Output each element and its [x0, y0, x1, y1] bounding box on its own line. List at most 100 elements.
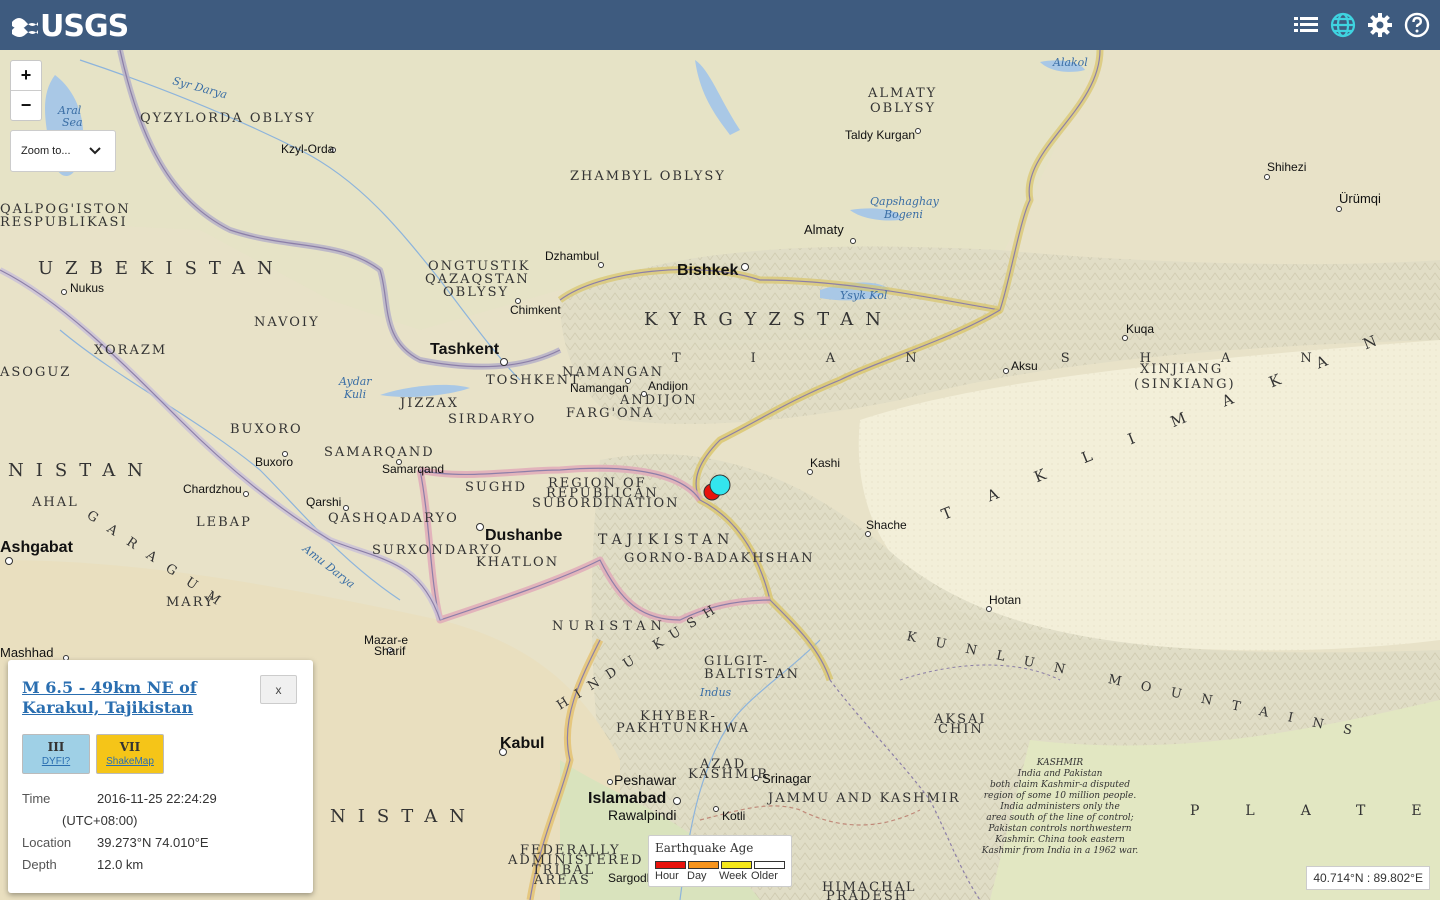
earthquake-title-link[interactable]: M 6.5 - 49km NE of Karakul, Tajikistan [22, 678, 232, 718]
svg-text:India administers only the: India administers only the [999, 802, 1120, 812]
legend-swatch-hour [655, 861, 686, 869]
label-almaty: ALMATY [867, 86, 937, 101]
svg-text:Kashmir. China took eastern: Kashmir. China took eastern [994, 835, 1125, 845]
label-samarqand: SAMARQAND [324, 445, 435, 460]
svg-text:Pakistan controls northwestern: Pakistan controls northwestern [987, 824, 1131, 834]
label-kuli: Kuli [343, 388, 366, 401]
shakemap-value: VII [119, 740, 141, 754]
label-kabul: Kabul [500, 735, 544, 752]
label-afghanistan-partial: NISTAN [330, 806, 477, 827]
zoom-in-button[interactable]: + [11, 61, 41, 91]
legend-title: Earthquake Age [655, 841, 754, 855]
globe-icon[interactable] [1329, 11, 1356, 38]
time-value: 2016-11-25 22:24:29 [97, 791, 217, 806]
svg-text:India and Pakistan: India and Pakistan [1017, 769, 1103, 779]
label-buxoro-city: Buxoro [255, 455, 293, 469]
earthquake-popup: M 6.5 - 49km NE of Karakul, Tajikistan x… [8, 660, 313, 893]
label-urumqi: Ürümqi [1339, 191, 1381, 206]
help-icon[interactable] [1403, 11, 1430, 38]
dyfi-badge[interactable]: III DYFI? [22, 734, 90, 774]
label-baltistan: BALTISTAN [704, 667, 800, 682]
zoom-out-button[interactable]: − [11, 91, 41, 120]
chevron-down-icon [89, 147, 101, 155]
label-bishkek: Bishkek [677, 262, 738, 279]
label-mashhad: Mashhad [0, 645, 53, 660]
label-hotan: Hotan [989, 593, 1021, 607]
svg-text:Kashmir from India in a 1962 w: Kashmir from India in a 1962 war. [981, 846, 1139, 856]
label-pakhtunkhwa: PAKHTUNKHWA [616, 721, 750, 736]
label-subordination: SUBORDINATION [532, 496, 680, 511]
label-plateau: PLATEAU [1190, 803, 1440, 819]
zoom-control: + − [10, 60, 42, 121]
label-tajikistan: TAJIKISTAN [598, 532, 734, 548]
legend-label-hour: Hour [655, 870, 679, 882]
label-qyzylorda: QYZYLORDA OBLYSY [140, 111, 316, 126]
label-namangan-city: Namangan [570, 381, 629, 395]
label-gorno-badakhshan: GORNO-BADAKHSHAN [624, 551, 815, 566]
label-areas: AREAS [533, 873, 591, 888]
label-respublikasi: RESPUBLIKASI [0, 215, 128, 230]
legend-swatch-week [721, 861, 752, 869]
zoom-to-select[interactable]: Zoom to... [10, 130, 116, 172]
label-chin: CHIN [938, 722, 984, 737]
label-ongtustik-oblysy: OBLYSY [443, 285, 509, 300]
label-kashi: Kashi [810, 456, 840, 470]
label-qashqadaryo: QASHQADARYO [328, 511, 459, 526]
location-label: Location [22, 835, 72, 850]
label-ysyk-kol: Ysyk Kol [840, 289, 888, 302]
label-asoguz: ASOGUZ [0, 365, 71, 380]
label-dushanbe: Dushanbe [485, 527, 562, 544]
label-qarshi: Qarshi [306, 495, 341, 509]
earthquake-age-legend: Earthquake Age Hour Day Week Older [648, 835, 792, 887]
label-zhambyl: ZHAMBYL OBLYSY [570, 169, 726, 184]
shakemap-badge[interactable]: VII ShakeMap [96, 734, 164, 774]
legend-label-older: Older [751, 870, 778, 882]
zoom-to-label: Zoom to... [21, 145, 71, 157]
legend-swatch-day [688, 861, 719, 869]
gear-icon[interactable] [1366, 11, 1393, 38]
svg-text:both claim Kashmir-a disputed: both claim Kashmir-a disputed [990, 780, 1130, 790]
label-xorazm: XORAZM [94, 343, 167, 358]
label-kzyl-orda: Kzyl-Orda [281, 142, 335, 156]
label-samarqand-city: Samarqand [382, 462, 444, 476]
label-rawalpindi: Rawalpindi [608, 807, 676, 823]
label-navoiy: NAVOIY [254, 315, 320, 330]
label-tian-shan: TIAN SHAN [672, 351, 1382, 366]
label-chimkent: Chimkent [510, 303, 561, 317]
label-sargodha: Sargodh [608, 871, 653, 885]
label-indus: Indus [699, 686, 732, 699]
label-namangan-region: NAMANGAN [562, 365, 664, 380]
label-pradesh: PRADESH [826, 889, 908, 900]
label-sinkiang: (SINKIANG) [1134, 377, 1236, 392]
label-buxoro: BUXORO [230, 422, 303, 437]
time-label: Time [22, 791, 51, 806]
label-shihezi: Shihezi [1267, 160, 1306, 174]
list-icon[interactable] [1292, 11, 1319, 38]
depth-value: 12.0 km [97, 857, 144, 872]
label-ashgabat: Ashgabat [0, 539, 74, 556]
label-kuqa: Kuqa [1126, 322, 1154, 336]
label-ahal: AHAL [31, 495, 79, 510]
dyfi-value: III [47, 740, 65, 754]
label-sirdaryo: SIRDARYO [448, 412, 536, 427]
usgs-wave-icon [12, 17, 38, 37]
earthquake-marker-selected[interactable] [709, 474, 731, 496]
top-bar: USGS [0, 0, 1440, 50]
shakemap-label: ShakeMap [106, 756, 154, 767]
label-sughd: SUGHD [465, 480, 527, 495]
svg-text:KASHMIR: KASHMIR [1036, 758, 1084, 768]
label-sharif: Sharif [374, 644, 406, 658]
legend-label-week: Week [719, 870, 747, 882]
label-tashkent: Tashkent [430, 341, 500, 358]
label-uzbekistan: UZBEKISTAN [38, 258, 285, 279]
usgs-logo-text: USGS [40, 9, 129, 44]
dyfi-label: DYFI? [41, 756, 71, 767]
usgs-logo[interactable]: USGS [10, 9, 129, 44]
label-jizzax: JIZZAX [398, 396, 459, 411]
label-aydar: Aydar [338, 375, 372, 388]
label-bogeni: Bogeni [883, 208, 923, 221]
label-nuristan: NURISTAN [552, 619, 667, 634]
label-shache: Shache [866, 518, 907, 532]
close-button[interactable]: x [260, 675, 297, 704]
label-taldy-kurgan: Taldy Kurgan [845, 128, 915, 142]
